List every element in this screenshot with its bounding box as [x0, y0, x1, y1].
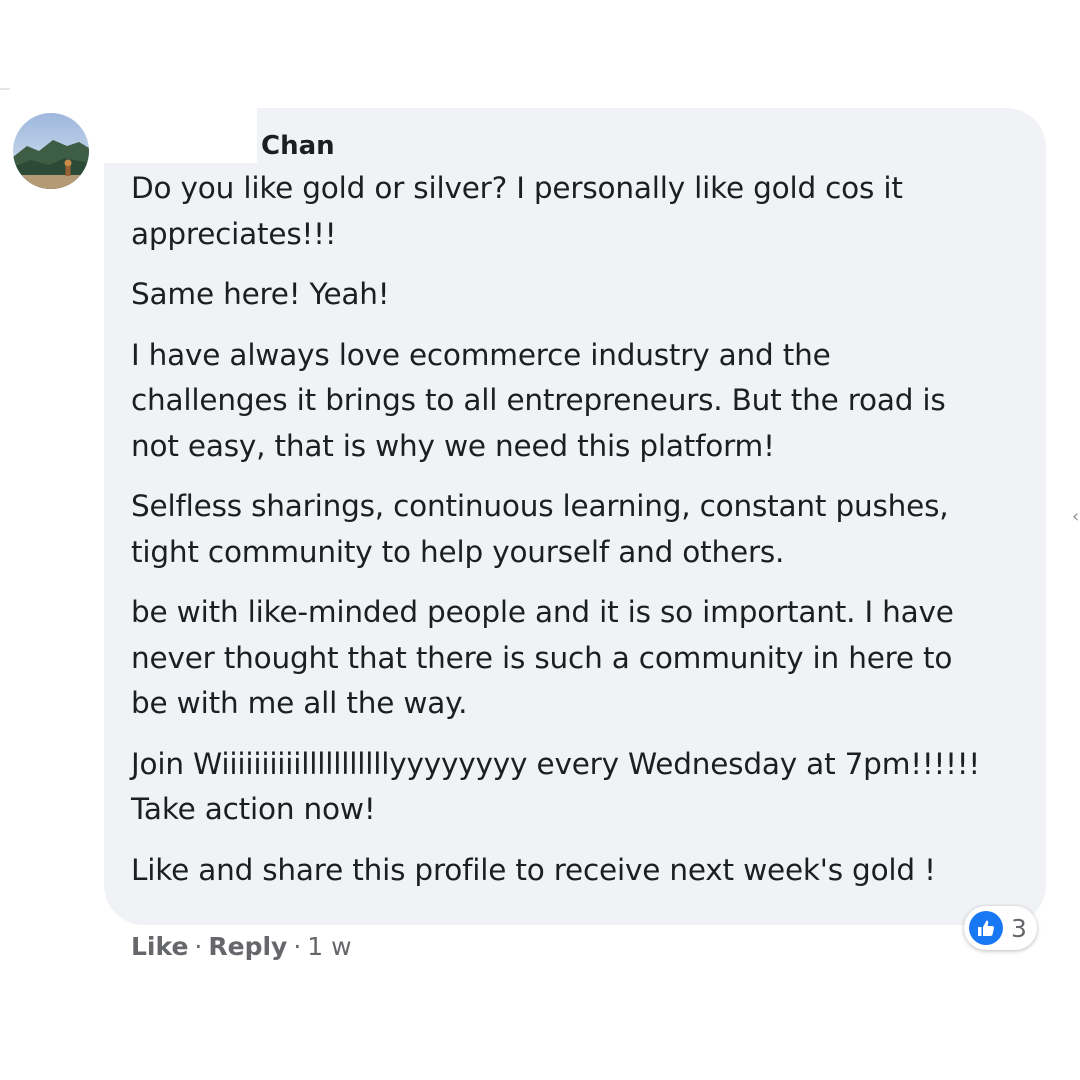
- reactions-badge[interactable]: 3: [964, 906, 1037, 950]
- comment-screenshot: Chan Do you like gold or silver? I perso…: [0, 0, 1080, 1080]
- timestamp[interactable]: 1 w: [307, 932, 351, 961]
- comment-paragraph: be with like-minded people and it is so …: [131, 595, 954, 720]
- comment-paragraph: Join Wiiiiiiiiiilllllllllllyyyyyyyy ever…: [131, 746, 980, 827]
- comment-text: Do you like gold or silver? I personally…: [131, 166, 1031, 908]
- avatar-landscape-image: [13, 113, 89, 189]
- thumbs-up-icon: [969, 911, 1003, 945]
- comment-paragraph: I have always love ecommerce industry an…: [131, 337, 946, 463]
- comment-paragraph: Same here! Yeah!: [131, 277, 390, 311]
- avatar[interactable]: [13, 113, 89, 189]
- divider: [0, 88, 10, 90]
- comment-actions: Like · Reply · 1 w: [131, 929, 352, 965]
- comment-paragraph: Like and share this profile to receive n…: [131, 852, 936, 887]
- reaction-count: 3: [1011, 913, 1027, 943]
- redacted-name-block: [104, 108, 257, 163]
- like-button[interactable]: Like: [131, 932, 188, 961]
- separator-dot: ·: [293, 932, 302, 961]
- reply-button[interactable]: Reply: [208, 932, 287, 961]
- comment-paragraph: Selfless sharings, continuous learning, …: [131, 489, 949, 569]
- partial-arrow-icon: ‹: [1072, 506, 1080, 527]
- comment-author-name[interactable]: Chan: [261, 128, 335, 164]
- separator-dot: ·: [194, 932, 203, 961]
- comment-paragraph: Do you like gold or silver? I personally…: [131, 171, 903, 251]
